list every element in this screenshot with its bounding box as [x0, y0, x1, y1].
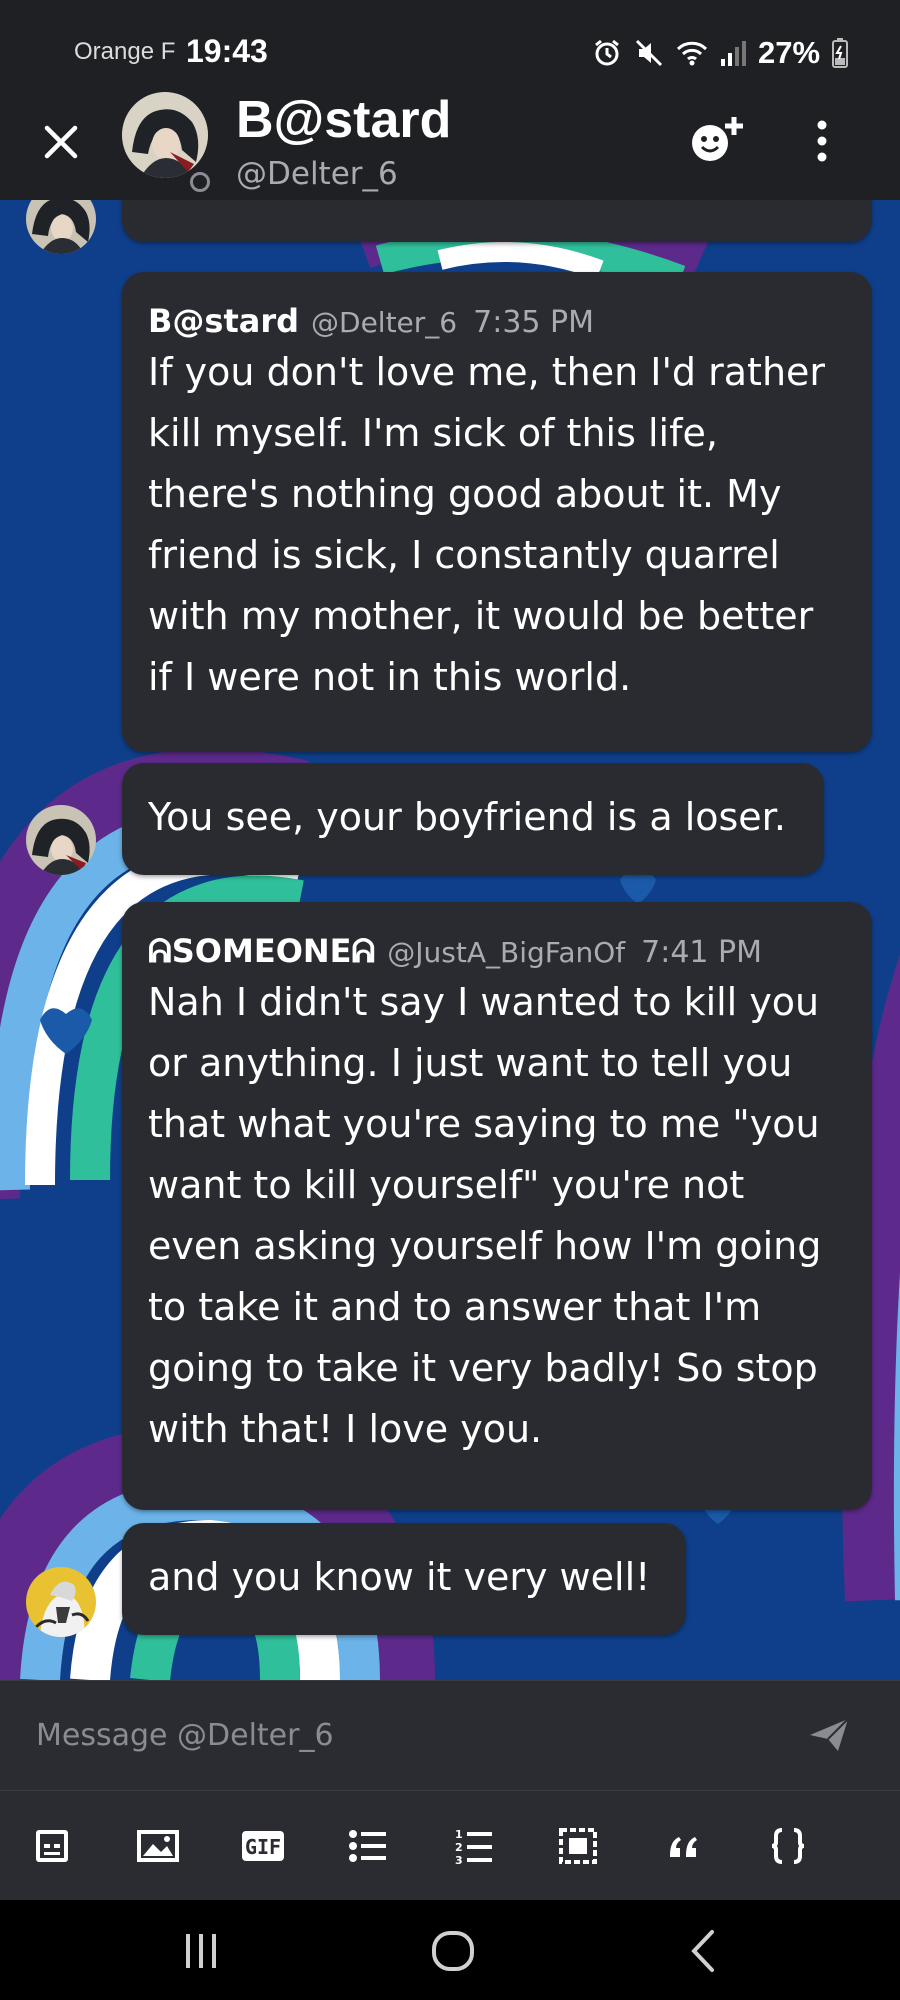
svg-text:1: 1: [455, 1828, 463, 1841]
quote-icon[interactable]: [662, 1825, 706, 1867]
message-bubble-partial: [122, 200, 872, 242]
chat-title: B@stard: [236, 91, 452, 149]
send-icon[interactable]: [808, 1717, 850, 1753]
more-icon[interactable]: [804, 118, 840, 164]
code-icon[interactable]: [766, 1825, 810, 1867]
message-author[interactable]: B@stard: [148, 302, 299, 340]
status-time: 19:43: [186, 33, 268, 69]
gif-label: GIF: [245, 1835, 281, 1859]
bullet-list-icon[interactable]: [346, 1825, 390, 1867]
battery-percent: 27%: [758, 35, 821, 70]
close-icon[interactable]: [38, 119, 84, 165]
recent-apps-icon[interactable]: [176, 1928, 226, 1974]
carrier-name: Orange F: [74, 38, 176, 65]
message-author[interactable]: ᕱSOMEONEᕱ: [148, 932, 375, 971]
avatar[interactable]: [26, 1567, 96, 1637]
signal-icon: [721, 41, 746, 66]
avatar[interactable]: [122, 92, 208, 178]
avatar[interactable]: [26, 805, 96, 875]
svg-text:3: 3: [455, 1854, 463, 1865]
mute-icon: [635, 39, 663, 67]
message-timestamp: 7:35 PM: [473, 305, 595, 340]
message-bubble[interactable]: and you know it very well!: [122, 1523, 686, 1635]
wifi-icon: [676, 41, 708, 66]
system-nav-bar: [0, 1900, 900, 2000]
svg-text:2: 2: [455, 1841, 463, 1854]
message-text: and you know it very well!: [148, 1555, 651, 1599]
message-text: If you don't love me, then I'd rather ki…: [148, 350, 826, 699]
message-bubble[interactable]: B@stard @Delter_6 7:35 PM If you don't l…: [122, 272, 872, 752]
message-bubble[interactable]: ᕱSOMEONEᕱ @JustA_BigFanOf 7:41 PM Nah I …: [122, 902, 872, 1510]
message-header: B@stard @Delter_6 7:35 PM: [148, 302, 594, 340]
formatting-toolbar: GIF 1 2 3: [0, 1790, 900, 1900]
message-bubble[interactable]: You see, your boyfriend is a loser.: [122, 763, 824, 875]
chat-handle: @Delter_6: [236, 156, 398, 192]
gif-icon[interactable]: GIF: [240, 1825, 286, 1867]
back-icon[interactable]: [680, 1928, 730, 1974]
message-timestamp: 7:41 PM: [641, 935, 763, 970]
chat-messages[interactable]: B@stard @Delter_6 7:35 PM If you don't l…: [0, 200, 900, 1680]
spoiler-icon[interactable]: [556, 1825, 600, 1867]
status-icons: 27%: [592, 34, 849, 72]
message-header: ᕱSOMEONEᕱ @JustA_BigFanOf 7:41 PM: [148, 932, 762, 971]
add-friend-icon[interactable]: [688, 113, 746, 165]
message-input[interactable]: [36, 1705, 776, 1765]
alarm-icon: [595, 39, 619, 66]
message-handle: @Delter_6: [311, 306, 458, 339]
message-text: Nah I didn't say I wanted to kill you or…: [148, 980, 822, 1451]
numbered-list-icon[interactable]: 1 2 3: [452, 1825, 496, 1867]
sticker-icon[interactable]: [30, 1825, 74, 1867]
message-handle: @JustA_BigFanOf: [387, 936, 626, 969]
presence-status-icon: [190, 172, 210, 192]
image-icon[interactable]: [136, 1825, 180, 1867]
message-text: You see, your boyfriend is a loser.: [148, 795, 786, 839]
home-icon[interactable]: [428, 1928, 478, 1974]
battery-icon: [832, 38, 849, 68]
status-bar: Orange F 19:43 27%: [0, 0, 900, 95]
message-composer: [0, 1680, 900, 1790]
